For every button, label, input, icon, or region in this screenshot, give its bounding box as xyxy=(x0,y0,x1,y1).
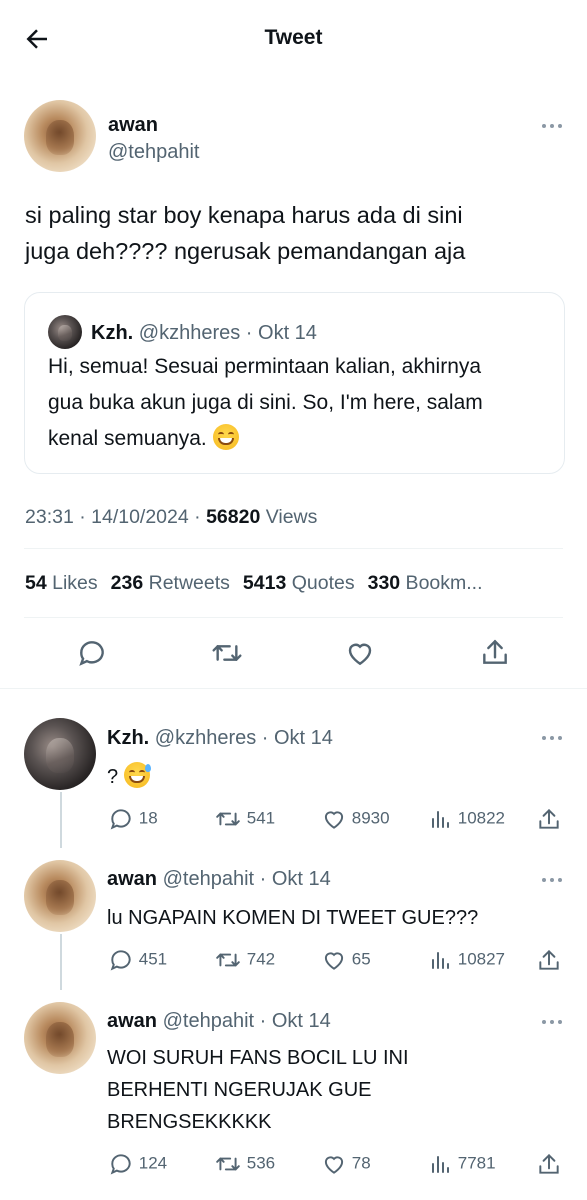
quotes-stat[interactable]: 5413 Quotes xyxy=(243,572,355,594)
reply-handle-time: @kzhheres · Okt 14 xyxy=(149,727,333,749)
more-icon[interactable] xyxy=(542,736,564,742)
reply-author-name[interactable]: awan xyxy=(107,868,157,890)
avatar[interactable] xyxy=(24,100,96,172)
divider xyxy=(0,688,587,689)
share-icon[interactable] xyxy=(479,636,511,668)
retweet-button[interactable]: 742 xyxy=(214,947,275,973)
share-icon[interactable] xyxy=(536,1151,562,1177)
quote-handle-time: @kzhheres · Okt 14 xyxy=(138,322,317,344)
likes-stat[interactable]: 54 Likes xyxy=(25,572,98,594)
share-icon[interactable] xyxy=(536,806,562,832)
page-title: Tweet xyxy=(264,26,323,49)
views-count: 10822 xyxy=(457,808,506,828)
retweet-button[interactable]: 536 xyxy=(214,1151,275,1177)
reply-text: ? xyxy=(107,761,547,793)
share-icon[interactable] xyxy=(536,947,562,973)
quote-text: Hi, semua! Sesuai permintaan kalian, akh… xyxy=(48,355,483,450)
like-count: 8930 xyxy=(351,808,390,828)
reply-header: awan @tehpahit · Okt 14 xyxy=(107,1010,331,1033)
like-button[interactable]: 65 xyxy=(321,947,371,973)
reply-handle-time: @tehpahit · Okt 14 xyxy=(157,868,331,890)
avatar[interactable] xyxy=(24,860,96,932)
quote-header: Kzh. @kzhheres · Okt 14 xyxy=(91,322,317,345)
sweat-smile-emoji xyxy=(123,762,151,788)
thread-line xyxy=(60,934,62,990)
author-handle[interactable]: @tehpahit xyxy=(108,141,199,164)
reply-header: Kzh. @kzhheres · Okt 14 xyxy=(107,727,333,750)
retweet-count: 536 xyxy=(246,1153,276,1173)
reply-button[interactable]: 451 xyxy=(108,947,167,973)
thread-line xyxy=(60,792,62,848)
reply-button[interactable]: 124 xyxy=(108,1151,167,1177)
reply-author-name[interactable]: awan xyxy=(107,1010,157,1032)
avatar xyxy=(48,315,82,349)
retweet-count: 742 xyxy=(246,949,276,969)
reply-icon[interactable] xyxy=(76,637,108,669)
quote-tweet[interactable]: Kzh. @kzhheres · Okt 14 Hi, semua! Sesua… xyxy=(24,292,565,474)
more-icon[interactable] xyxy=(542,878,564,884)
views-count: 7781 xyxy=(457,1153,496,1173)
views-button[interactable]: 7781 xyxy=(429,1151,496,1177)
more-icon[interactable] xyxy=(542,1020,564,1026)
reply-text: WOI SURUH FANS BOCIL LU INI BERHENTI NGE… xyxy=(107,1047,409,1133)
views-button[interactable]: 10827 xyxy=(429,947,505,973)
more-icon[interactable] xyxy=(542,124,564,130)
retweet-button[interactable]: 541 xyxy=(214,806,275,832)
reply-author-name[interactable]: Kzh. xyxy=(107,727,149,749)
divider xyxy=(24,617,563,618)
like-button[interactable]: 78 xyxy=(321,1151,371,1177)
views-count: 10827 xyxy=(457,949,506,969)
reply-count: 124 xyxy=(138,1153,168,1173)
retweet-icon[interactable] xyxy=(210,637,244,669)
quote-author-name: Kzh. xyxy=(91,322,134,344)
reply-handle-time: @tehpahit · Okt 14 xyxy=(157,1010,331,1032)
retweet-count: 541 xyxy=(246,808,276,828)
bookmarks-stat[interactable]: 330 Bookm... xyxy=(368,572,483,594)
avatar[interactable] xyxy=(24,1002,96,1074)
retweets-stat[interactable]: 236 Retweets xyxy=(111,572,230,594)
tweet-stats: 54 Likes 236 Retweets 5413 Quotes 330 Bookm… xyxy=(25,572,483,595)
divider xyxy=(24,548,563,549)
like-button[interactable]: 8930 xyxy=(321,806,390,832)
like-count: 65 xyxy=(351,949,371,969)
reply-count: 18 xyxy=(138,808,158,828)
author-name[interactable]: awan xyxy=(108,114,158,137)
views-button[interactable]: 10822 xyxy=(429,806,505,832)
tweet-meta: 23:31 · 14/10/2024 · 56820 Views xyxy=(25,506,318,528)
reply-count: 451 xyxy=(138,949,168,969)
heart-icon[interactable] xyxy=(344,637,376,669)
views-count: 56820 xyxy=(206,506,261,528)
like-count: 78 xyxy=(351,1153,371,1173)
reply-button[interactable]: 18 xyxy=(108,806,158,832)
avatar[interactable] xyxy=(24,718,96,790)
reply-text: lu NGAPAIN KOMEN DI TWEET GUE??? xyxy=(107,907,479,929)
grinning-emoji xyxy=(212,424,239,450)
top-bar: Tweet xyxy=(0,0,587,78)
reply-header: awan @tehpahit · Okt 14 xyxy=(107,868,331,891)
tweet-text: si paling star boy kenapa harus ada di s… xyxy=(25,202,466,264)
